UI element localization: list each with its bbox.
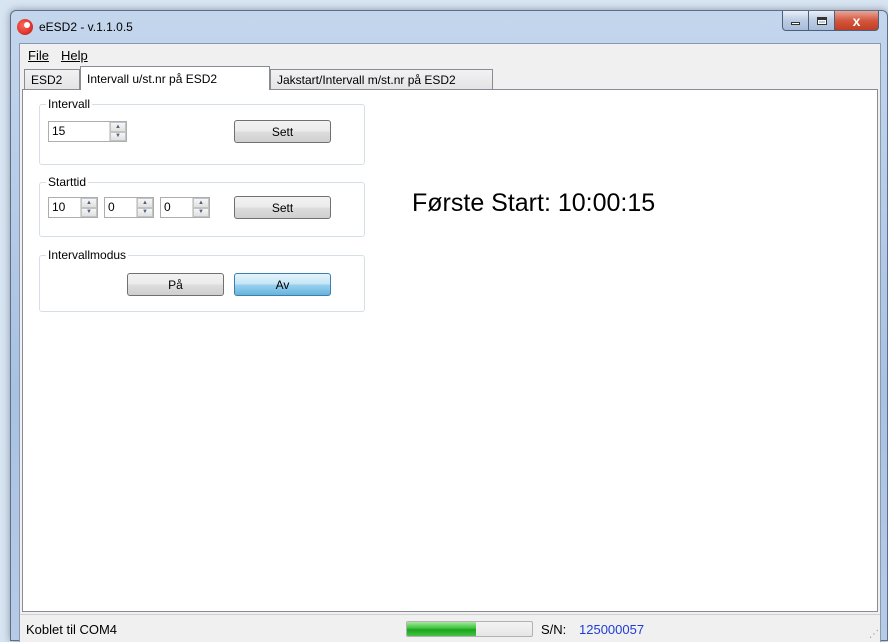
intervallmodus-group: Intervallmodus På Av (39, 248, 365, 312)
hour-spin-buttons: ▲ ▼ (80, 198, 97, 217)
intervallmodus-off-button[interactable]: Av (234, 273, 331, 296)
window-controls: x (782, 11, 879, 31)
intervall-group: Intervall 15 ▲ ▼ Sett (39, 97, 365, 165)
serial-label: S/N: (541, 622, 567, 637)
tab-intervall-label: Intervall u/st.nr på ESD2 (87, 72, 218, 86)
title-bar[interactable]: eESD2 - v.1.1.0.5 x (11, 11, 887, 43)
close-icon: x (852, 12, 861, 29)
down-arrow-icon[interactable]: ▼ (193, 207, 209, 217)
tab-intervall[interactable]: Intervall u/st.nr på ESD2 (80, 66, 270, 90)
maximize-button[interactable] (809, 11, 835, 31)
starttid-group: Starttid 10 ▲ ▼ 0 ▲ ▼ 0 ▲ ▼ Sett (39, 175, 365, 237)
connection-status: Koblet til COM4 (26, 622, 118, 637)
progress-fill (407, 622, 476, 636)
down-arrow-icon[interactable]: ▼ (81, 207, 97, 217)
intervall-spin-buttons: ▲ ▼ (109, 122, 126, 141)
starttid-legend: Starttid (46, 175, 89, 189)
up-arrow-icon[interactable]: ▲ (137, 198, 153, 208)
tab-esd2[interactable]: ESD2 (24, 69, 80, 90)
starttid-set-button[interactable]: Sett (234, 196, 331, 219)
intervallmodus-legend: Intervallmodus (46, 248, 129, 262)
menu-help-label: Help (60, 48, 88, 63)
tab-esd2-label: ESD2 (31, 73, 63, 87)
tab-panel-intervall: Intervall 15 ▲ ▼ Sett Starttid 10 ▲ ▼ 0 … (22, 89, 878, 612)
starttid-minute-stepper[interactable]: 0 ▲ ▼ (104, 197, 154, 218)
starttid-set-label: Sett (271, 200, 294, 215)
up-arrow-icon[interactable]: ▲ (110, 122, 126, 132)
minute-spin-buttons: ▲ ▼ (136, 198, 153, 217)
intervallmodus-on-button[interactable]: På (127, 273, 224, 296)
first-start-label: Første Start: 10:00:15 (412, 189, 656, 217)
progress-bar (406, 621, 533, 637)
maximize-icon (816, 16, 827, 25)
down-arrow-icon[interactable]: ▼ (137, 207, 153, 217)
app-window: eESD2 - v.1.1.0.5 x File Help ESD2 Inter… (10, 10, 888, 642)
minimize-button[interactable] (782, 11, 809, 31)
tab-jakstart[interactable]: Jakstart/Intervall m/st.nr på ESD2 (270, 69, 493, 90)
tab-jakstart-label: Jakstart/Intervall m/st.nr på ESD2 (277, 73, 456, 87)
menu-bar: File Help (20, 44, 880, 67)
intervall-value[interactable]: 15 (49, 122, 109, 141)
down-arrow-icon[interactable]: ▼ (110, 131, 126, 141)
intervallmodus-on-label: På (168, 277, 183, 292)
tab-strip: ESD2 Intervall u/st.nr på ESD2 Jakstart/… (22, 66, 880, 90)
minimize-icon (791, 22, 800, 25)
resize-grip-icon[interactable]: ⋰ (869, 629, 879, 640)
starttid-second-value[interactable]: 0 (161, 198, 192, 217)
menu-file[interactable]: File (22, 45, 55, 66)
intervallmodus-off-label: Av (275, 277, 290, 292)
starttid-hour-value[interactable]: 10 (49, 198, 80, 217)
menu-file-label: File (28, 48, 49, 63)
up-arrow-icon[interactable]: ▲ (193, 198, 209, 208)
intervall-stepper[interactable]: 15 ▲ ▼ (48, 121, 127, 142)
menu-help[interactable]: Help (55, 45, 94, 66)
starttid-second-stepper[interactable]: 0 ▲ ▼ (160, 197, 210, 218)
app-logo-icon (17, 19, 33, 35)
intervall-legend: Intervall (46, 97, 93, 111)
intervall-set-label: Sett (271, 124, 294, 139)
second-spin-buttons: ▲ ▼ (192, 198, 209, 217)
window-title: eESD2 - v.1.1.0.5 (39, 20, 133, 34)
status-bar: Koblet til COM4 S/N: 125000057 ⋰ (20, 614, 880, 642)
up-arrow-icon[interactable]: ▲ (81, 198, 97, 208)
serial-number: 125000057 (579, 622, 645, 637)
client-area: File Help ESD2 Intervall u/st.nr på ESD2… (19, 43, 881, 642)
starttid-hour-stepper[interactable]: 10 ▲ ▼ (48, 197, 98, 218)
close-button[interactable]: x (835, 11, 879, 31)
intervall-set-button[interactable]: Sett (234, 120, 331, 143)
starttid-minute-value[interactable]: 0 (105, 198, 136, 217)
